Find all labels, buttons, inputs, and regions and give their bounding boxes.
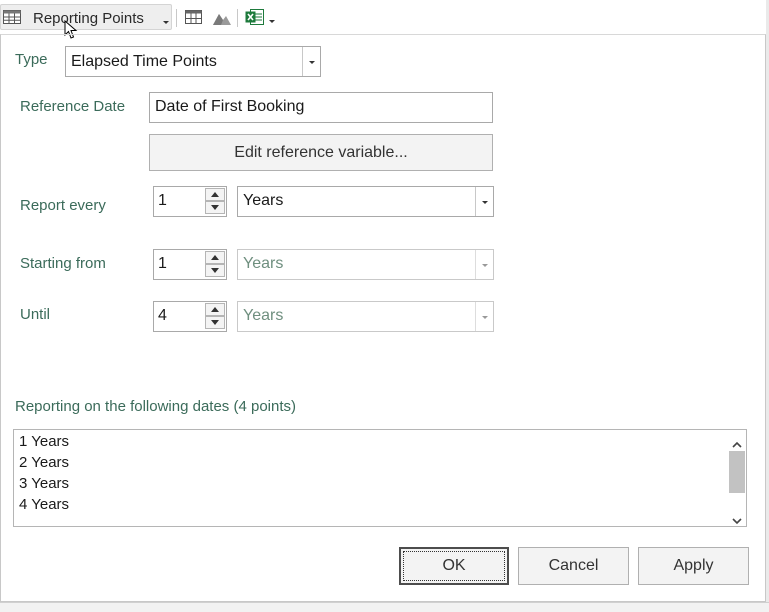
spin-up-button[interactable] [205,188,225,201]
type-label: Type [15,51,48,68]
edit-reference-variable-button[interactable]: Edit reference variable... [149,134,493,171]
starting-from-unit-dropdown: Years [237,249,494,280]
caret-down-icon [211,268,219,273]
chevron-down-icon[interactable] [475,187,493,216]
toolbar-separator [176,9,177,27]
spin-down-button[interactable] [205,264,225,277]
dates-list[interactable]: 1 Years 2 Years 3 Years 4 Years [13,429,747,527]
excel-icon[interactable] [245,8,265,30]
cancel-button[interactable]: Cancel [518,547,629,585]
starting-from-label: Starting from [20,255,106,272]
caret-down-icon [211,320,219,325]
chevron-down-icon[interactable] [302,47,320,76]
scrollbar-thumb[interactable] [729,451,745,493]
reporting-points-label: Reporting Points [33,10,144,27]
dates-heading: Reporting on the following dates (4 poin… [15,398,297,415]
ok-button[interactable]: OK [399,547,509,585]
report-every-stepper[interactable]: 1 [153,186,227,217]
list-item[interactable]: 3 Years [19,475,69,492]
list-item[interactable]: 1 Years [19,433,69,450]
ok-label: OK [442,557,466,574]
caret-up-icon [211,255,219,260]
reference-date-field[interactable]: Date of First Booking [149,92,493,123]
reporting-points-menu[interactable]: Reporting Points [0,4,172,30]
toolbar-separator [237,9,238,27]
until-label: Until [20,306,51,323]
spin-up-button[interactable] [205,251,225,264]
list-item[interactable]: 2 Years [19,454,69,471]
apply-button[interactable]: Apply [638,547,749,585]
starting-from-unit: Years [243,255,284,272]
report-every-unit-dropdown[interactable]: Years [237,186,494,217]
report-every-unit: Years [243,192,284,209]
list-item[interactable]: 4 Years [19,496,69,513]
status-bar [0,602,769,612]
until-stepper[interactable]: 4 [153,301,227,332]
spin-down-button[interactable] [205,201,225,214]
chevron-down-icon[interactable] [268,13,276,30]
scroll-down-icon[interactable] [732,512,742,529]
caret-down-icon [211,205,219,210]
chevron-down-icon [475,250,493,279]
report-every-label: Report every [20,197,106,214]
starting-from-number: 1 [158,255,167,272]
until-unit-dropdown: Years [237,301,494,332]
reference-date-label: Reference Date [20,98,126,115]
table-grid-icon [3,9,23,25]
caret-up-icon [211,307,219,312]
until-number: 4 [158,307,167,324]
starting-from-stepper[interactable]: 1 [153,249,227,280]
toolbar: Reporting Points [0,0,769,39]
until-unit: Years [243,307,284,324]
chevron-down-icon [162,13,170,30]
caret-up-icon [211,192,219,197]
spin-up-button[interactable] [205,303,225,316]
report-every-number: 1 [158,192,167,209]
spin-down-button[interactable] [205,316,225,329]
type-value: Elapsed Time Points [71,53,217,70]
chart-icon[interactable] [212,10,232,30]
type-dropdown[interactable]: Elapsed Time Points [65,46,321,77]
vertical-scrollbar[interactable] [726,430,746,526]
table-icon[interactable] [185,9,203,29]
chevron-down-icon [475,302,493,331]
